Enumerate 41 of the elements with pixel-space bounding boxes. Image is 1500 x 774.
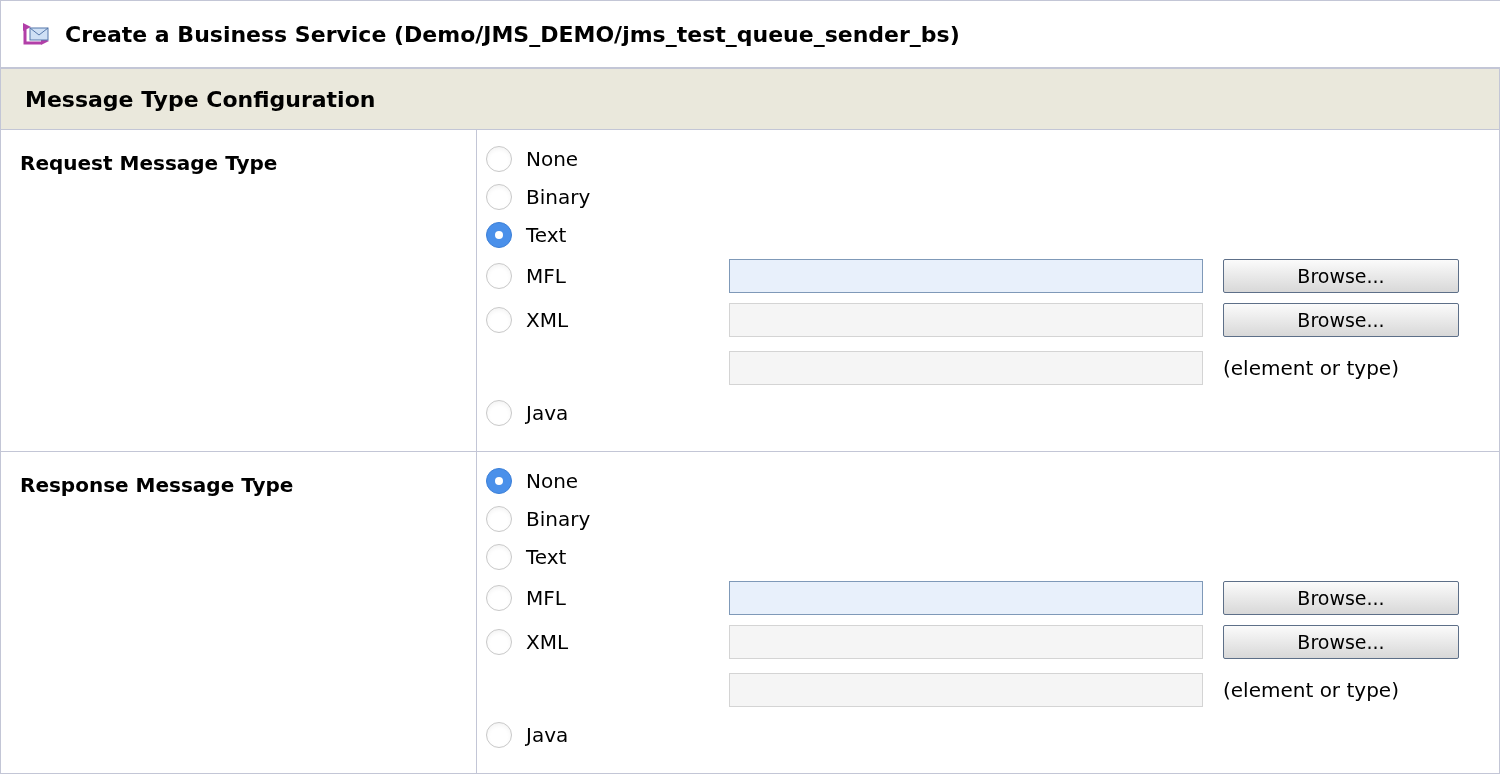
text-field[interactable] [729,673,1203,707]
radio-button[interactable] [486,307,512,333]
browse-button[interactable]: Browse... [1223,303,1459,337]
radio-button[interactable] [486,585,512,611]
text-field[interactable] [729,625,1203,659]
group-label: Request Message Type [20,151,278,175]
radio-button[interactable] [486,506,512,532]
browse-button[interactable]: Browse... [1223,581,1459,615]
text-field[interactable] [729,351,1203,385]
radio-label: Java [526,400,569,427]
radio-label: Binary [526,506,591,533]
radio-label: Binary [526,184,591,211]
text-field[interactable] [729,259,1203,293]
text-field[interactable] [729,581,1203,615]
element-hint: (element or type) [1223,355,1399,382]
radio-label: None [526,146,579,173]
radio-button[interactable] [486,222,512,248]
radio-label: Text [526,222,567,249]
radio-label: XML [526,629,569,656]
radio-label: MFL [526,585,566,612]
envelope-arrows-icon [21,21,51,47]
radio-button[interactable] [486,468,512,494]
radio-button[interactable] [486,263,512,289]
group-label: Response Message Type [20,473,294,497]
browse-button[interactable]: Browse... [1223,625,1459,659]
radio-button[interactable] [486,146,512,172]
radio-button[interactable] [486,184,512,210]
window-title: Create a Business Service (Demo/JMS_DEMO/jms_test_queue_sender_bs) [65,20,960,49]
section-header: Message Type Configuration [25,85,376,114]
radio-label: MFL [526,263,566,290]
text-field[interactable] [729,303,1203,337]
radio-label: Java [526,722,569,749]
radio-label: XML [526,307,569,334]
radio-button[interactable] [486,400,512,426]
element-hint: (element or type) [1223,677,1399,704]
browse-button[interactable]: Browse... [1223,259,1459,293]
radio-label: None [526,468,579,495]
radio-button[interactable] [486,629,512,655]
radio-button[interactable] [486,544,512,570]
radio-button[interactable] [486,722,512,748]
radio-label: Text [526,544,567,571]
